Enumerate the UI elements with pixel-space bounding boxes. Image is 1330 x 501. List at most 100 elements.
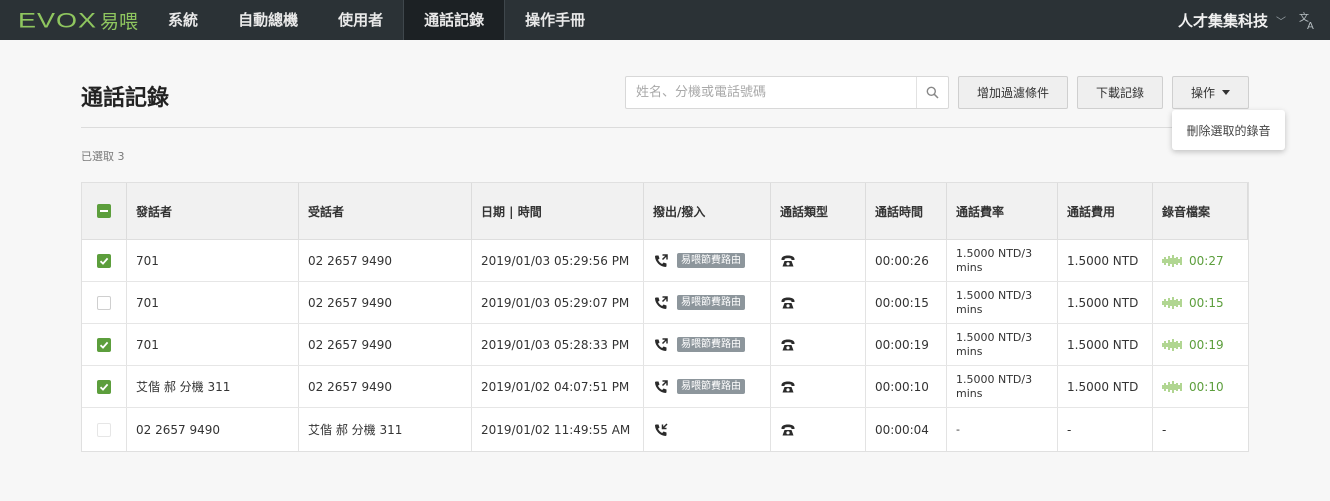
cell-rate: 1.5000 NTD/3 mins bbox=[947, 240, 1058, 281]
select-all-checkbox[interactable] bbox=[97, 204, 111, 218]
col-header-datetime[interactable]: 日期 | 時間 bbox=[472, 183, 644, 239]
nav-call-records[interactable]: 通話記錄 bbox=[403, 0, 506, 40]
table-header: 發話者 受話者 日期 | 時間 撥出/撥入 通話類型 通話時間 通話費率 通話費… bbox=[82, 183, 1248, 240]
translate-icon[interactable]: 文 A bbox=[1298, 10, 1318, 30]
account-menu[interactable]: 人才集集科技 ﹀ bbox=[1178, 0, 1286, 40]
cell-duration: 00:00:26 bbox=[866, 240, 947, 281]
cell-direction: 易喂節費路由 bbox=[644, 366, 771, 407]
cell-duration: 00:00:19 bbox=[866, 324, 947, 365]
outgoing-call-icon bbox=[655, 295, 668, 309]
nav-auto-attendant[interactable]: 自動總機 bbox=[218, 0, 318, 40]
cell-datetime: 2019/01/03 05:29:56 PM bbox=[472, 240, 644, 281]
cell-recording: - bbox=[1153, 408, 1248, 451]
audio-wave-icon bbox=[1162, 380, 1182, 393]
cell-callee: 02 2657 9490 bbox=[299, 324, 472, 365]
cell-cost: 1.5000 NTD bbox=[1058, 324, 1153, 365]
recording-play-link[interactable]: 00:15 bbox=[1162, 296, 1224, 310]
cell-call-type bbox=[771, 240, 866, 281]
download-records-button[interactable]: 下載記錄 bbox=[1077, 76, 1163, 109]
account-name: 人才集集科技 bbox=[1177, 11, 1268, 30]
recording-duration: 00:19 bbox=[1189, 337, 1224, 352]
cell-recording: 00:10 bbox=[1153, 366, 1248, 407]
recording-play-link[interactable]: 00:27 bbox=[1162, 254, 1224, 268]
nav-system[interactable]: 系統 bbox=[148, 0, 218, 40]
svg-text:A: A bbox=[1307, 21, 1314, 30]
row-checkbox[interactable] bbox=[97, 379, 111, 394]
recording-duration: 00:27 bbox=[1189, 253, 1224, 268]
chevron-down-icon: ﹀ bbox=[1276, 16, 1286, 28]
cell-direction: 易喂節費路由 bbox=[644, 324, 771, 365]
check-icon bbox=[99, 383, 109, 391]
add-filter-button[interactable]: 增加過濾條件 bbox=[958, 76, 1068, 109]
telephone-icon bbox=[781, 381, 795, 392]
cell-datetime: 2019/01/02 11:49:55 AM bbox=[472, 408, 644, 451]
telephone-icon bbox=[781, 424, 795, 435]
telephone-icon bbox=[781, 339, 795, 350]
row-checkbox[interactable] bbox=[97, 253, 111, 268]
col-header-direction[interactable]: 撥出/撥入 bbox=[644, 183, 771, 239]
nav-users[interactable]: 使用者 bbox=[318, 0, 403, 40]
search-button[interactable] bbox=[916, 77, 948, 108]
col-header-callee[interactable]: 受話者 bbox=[299, 183, 472, 239]
cell-caller: 701 bbox=[127, 240, 299, 281]
col-header-caller[interactable]: 發話者 bbox=[127, 183, 299, 239]
main-nav: 系統 自動總機 使用者 通話記錄 操作手冊 bbox=[148, 0, 605, 40]
row-checkbox[interactable] bbox=[97, 337, 111, 352]
row-checkbox[interactable] bbox=[97, 422, 111, 437]
cell-call-type bbox=[771, 366, 866, 407]
cell-rate: 1.5000 NTD/3 mins bbox=[947, 324, 1058, 365]
cell-call-type bbox=[771, 282, 866, 323]
incoming-call-icon bbox=[655, 422, 668, 436]
cell-callee: 02 2657 9490 bbox=[299, 240, 472, 281]
cell-recording: 00:19 bbox=[1153, 324, 1248, 365]
evox-logo[interactable]: EVOX 易喂 bbox=[18, 0, 138, 40]
search-icon bbox=[926, 86, 939, 99]
recording-play-link[interactable]: 00:10 bbox=[1162, 380, 1224, 394]
cell-duration: 00:00:10 bbox=[866, 366, 947, 407]
route-tag: 易喂節費路由 bbox=[677, 295, 745, 310]
col-header-duration[interactable]: 通話時間 bbox=[866, 183, 947, 239]
search-input[interactable] bbox=[626, 77, 916, 108]
cell-callee: 02 2657 9490 bbox=[299, 366, 472, 407]
outgoing-call-icon bbox=[655, 337, 668, 351]
cell-recording: 00:27 bbox=[1153, 240, 1248, 281]
col-header-call-type[interactable]: 通話類型 bbox=[771, 183, 866, 239]
cell-datetime: 2019/01/03 05:29:07 PM bbox=[472, 282, 644, 323]
check-icon bbox=[99, 341, 109, 349]
row-checkbox-cell bbox=[82, 408, 127, 451]
cell-rate: - bbox=[947, 408, 1058, 451]
recording-duration: 00:10 bbox=[1189, 379, 1224, 394]
check-icon bbox=[99, 257, 109, 265]
telephone-icon bbox=[781, 255, 795, 266]
telephone-icon bbox=[781, 297, 795, 308]
route-tag: 易喂節費路由 bbox=[677, 379, 745, 394]
menu-item-delete-selected-recordings[interactable]: 刪除選取的錄音 bbox=[1172, 110, 1285, 150]
nav-manual[interactable]: 操作手冊 bbox=[505, 0, 605, 40]
actions-label: 操作 bbox=[1190, 86, 1215, 100]
actions-dropdown-button[interactable]: 操作 bbox=[1172, 76, 1249, 109]
outgoing-call-icon bbox=[655, 379, 668, 393]
top-navbar: EVOX 易喂 系統 自動總機 使用者 通話記錄 操作手冊 人才集集科技 ﹀ 文… bbox=[0, 0, 1330, 40]
row-checkbox[interactable] bbox=[97, 295, 111, 310]
recording-play-link[interactable]: 00:19 bbox=[1162, 338, 1224, 352]
row-checkbox-cell bbox=[82, 282, 127, 323]
route-tag: 易喂節費路由 bbox=[677, 253, 745, 268]
cell-direction: 易喂節費路由 bbox=[644, 240, 771, 281]
cell-direction bbox=[644, 408, 771, 451]
col-header-rate[interactable]: 通話費率 bbox=[947, 183, 1058, 239]
col-header-cost[interactable]: 通話費用 bbox=[1058, 183, 1153, 239]
outgoing-call-icon bbox=[655, 253, 668, 267]
table-row-2: 701 02 2657 9490 2019/01/03 05:29:07 PM … bbox=[82, 282, 1248, 324]
cell-caller: 艾偕 郝 分機 311 bbox=[127, 366, 299, 407]
cell-datetime: 2019/01/02 04:07:51 PM bbox=[472, 366, 644, 407]
col-header-recording[interactable]: 錄音檔案 bbox=[1153, 183, 1248, 239]
row-checkbox-cell bbox=[82, 366, 127, 407]
table-row-3: 701 02 2657 9490 2019/01/03 05:28:33 PM … bbox=[82, 324, 1248, 366]
cell-rate: 1.5000 NTD/3 mins bbox=[947, 282, 1058, 323]
cell-caller: 701 bbox=[127, 324, 299, 365]
cell-cost: - bbox=[1058, 408, 1153, 451]
cell-duration: 00:00:15 bbox=[866, 282, 947, 323]
cell-cost: 1.5000 NTD bbox=[1058, 240, 1153, 281]
audio-wave-icon bbox=[1162, 296, 1182, 309]
cell-recording: 00:15 bbox=[1153, 282, 1248, 323]
